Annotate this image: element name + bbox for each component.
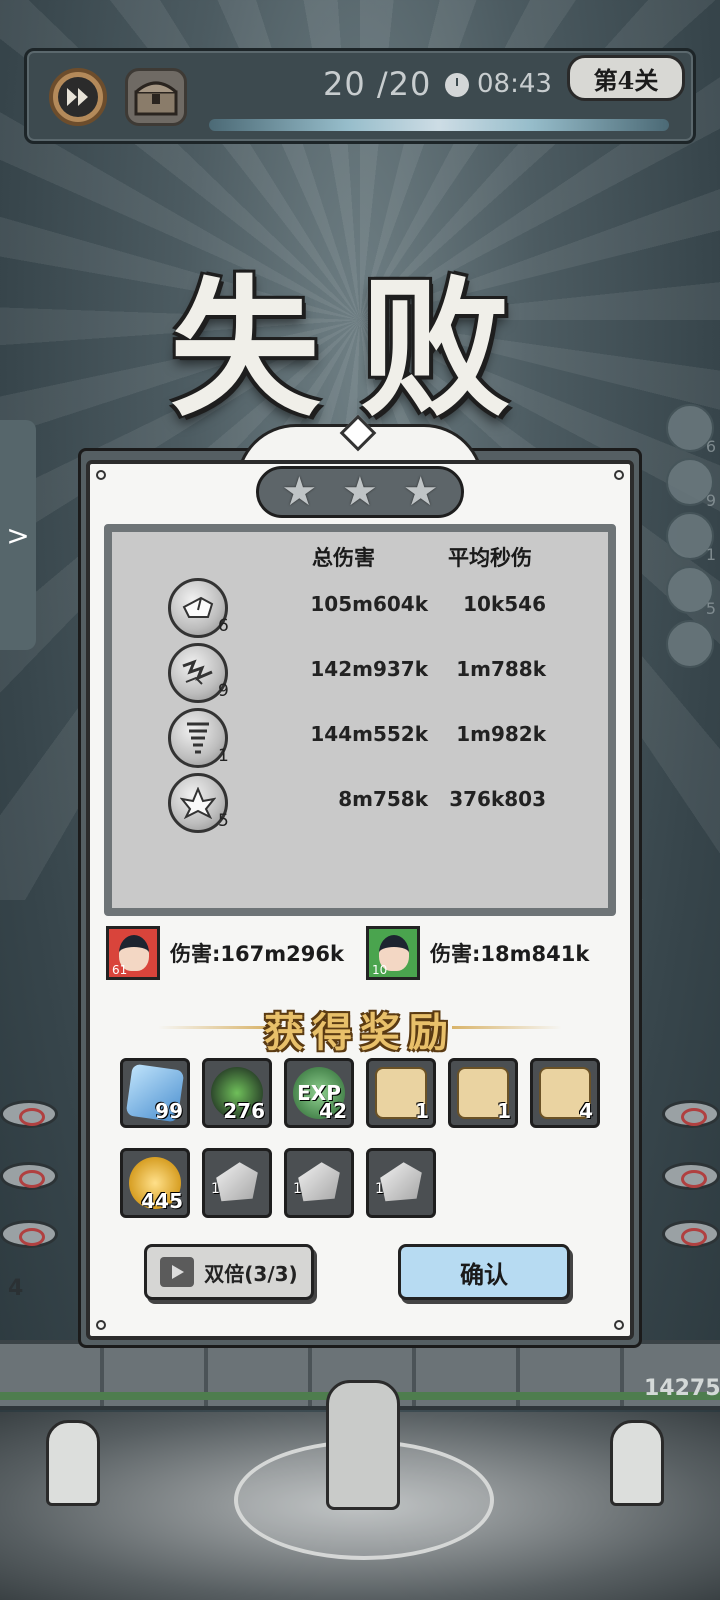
reward-qty: 1 — [497, 1099, 511, 1123]
reward-qty: 4 — [579, 1099, 593, 1123]
avg-dps: 376k803 — [449, 787, 546, 811]
panel-corner — [96, 470, 106, 480]
reward-qty: 276 — [223, 1099, 265, 1123]
progress-lightning-bar — [209, 119, 669, 131]
cooldown-crystal-icon: 5 — [666, 566, 716, 618]
total-damage: 8m758k — [338, 787, 428, 811]
cooldown-lightning-icon: 9 — [666, 458, 716, 510]
reward-exp[interactable]: EXP 42 — [284, 1058, 354, 1128]
total-damage: 105m604k — [310, 592, 428, 616]
chest-button[interactable] — [125, 68, 187, 126]
cooldown-level: 1 — [705, 545, 716, 564]
total-damage: 144m552k — [310, 722, 428, 746]
confirm-button[interactable]: 确认 — [398, 1244, 570, 1300]
chest-icon — [134, 81, 178, 116]
cooldown-level: 9 — [705, 491, 716, 510]
cooldown-level: 5 — [705, 599, 716, 618]
hero-damage-text: 伤害:18m841k — [430, 942, 590, 966]
reward-qty: 445 — [141, 1189, 183, 1213]
panel-corner — [96, 1320, 106, 1330]
cooldown-empty-slot — [666, 620, 714, 668]
hero-avatar: 10 — [366, 926, 420, 980]
spawn-portal — [0, 1162, 58, 1190]
side-panel-toggle[interactable]: > — [0, 420, 36, 650]
table-row: 1 144m552k 1m982k — [112, 708, 608, 770]
cooldown-rock-icon: 6 — [666, 404, 716, 456]
video-ad-icon — [160, 1257, 195, 1287]
hero-avatar: 61 — [106, 926, 160, 980]
table-row: 5 8m758k 376k803 — [112, 773, 608, 835]
fast-forward-button[interactable] — [49, 68, 107, 126]
table-row: 9 142m937k 1m788k — [112, 643, 608, 705]
hero-level: 61 — [112, 963, 128, 977]
star-icon: ★ — [342, 469, 378, 515]
enemy-count: 4 — [8, 1276, 24, 1301]
reward-scroll-necklace[interactable]: 1 — [366, 1058, 436, 1128]
ally-unit — [610, 1420, 664, 1506]
skill-level: 5 — [218, 811, 229, 831]
reward-qty: 1 — [211, 1181, 220, 1197]
damage-stats-table: 总伤害 平均秒伤 6 105m604k 10k546 9 142m937k 1m… — [104, 524, 616, 916]
result-title: 失败 — [169, 261, 550, 437]
fast-forward-icon — [58, 77, 98, 117]
reward-qty: 42 — [319, 1099, 347, 1123]
skill-level: 9 — [218, 681, 229, 701]
hero-character — [326, 1380, 400, 1510]
avg-dps: 1m982k — [456, 722, 546, 746]
double-reward-button[interactable]: 双倍(3/3) — [144, 1244, 314, 1300]
reward-ore[interactable]: 1 — [284, 1148, 354, 1218]
spawn-portal — [662, 1220, 720, 1248]
wave-counter: 20 /20 — [323, 65, 432, 103]
reward-title: 获得奖励 — [264, 1009, 456, 1056]
reward-scroll-boot[interactable]: 4 — [530, 1058, 600, 1128]
double-reward-label: 双倍(3/3) — [204, 1261, 298, 1286]
header-total-damage: 总伤害 — [312, 545, 375, 570]
reward-ore[interactable]: 1 — [366, 1148, 436, 1218]
reward-blue-crystal[interactable]: 99 — [120, 1058, 190, 1128]
header-avg-dps: 平均秒伤 — [448, 545, 532, 570]
panel-corner — [614, 1320, 624, 1330]
table-row: 6 105m604k 10k546 — [112, 578, 608, 640]
reward-ore[interactable]: 1 — [202, 1148, 272, 1218]
hero-level: 10 — [372, 963, 388, 977]
spawn-portal — [0, 1220, 58, 1248]
skill-level: 1 — [218, 746, 229, 766]
hero-damage-text: 伤害:167m296k — [170, 942, 344, 966]
spawn-portal — [662, 1162, 720, 1190]
star-icon: ★ — [281, 469, 318, 515]
clock-icon — [445, 73, 469, 97]
reward-gold-coin[interactable]: 445 — [120, 1148, 190, 1218]
avg-dps: 10k546 — [463, 592, 546, 616]
avg-dps: 1m788k — [456, 657, 546, 681]
boss-hp-value: 14275 — [644, 1376, 720, 1401]
panel-corner — [614, 470, 624, 480]
spawn-portal — [0, 1100, 58, 1128]
skill-cooldown-column: 6 9 1 5 — [666, 404, 716, 674]
star-rating: ★ ★ ★ — [256, 466, 464, 518]
reward-qty: 1 — [375, 1181, 384, 1197]
top-bar: 20 /20 08:43 第4关 — [24, 48, 696, 144]
total-damage: 142m937k — [310, 657, 428, 681]
reward-qty: 99 — [155, 1099, 183, 1123]
skill-level: 6 — [218, 616, 229, 636]
cooldown-level: 6 — [705, 437, 716, 456]
cooldown-tornado-icon: 1 — [666, 512, 716, 564]
stage-badge: 第4关 — [567, 55, 685, 101]
spawn-portal — [662, 1100, 720, 1128]
reward-green-leaf[interactable]: 276 — [202, 1058, 272, 1128]
timer: 08:43 — [477, 69, 552, 99]
reward-scroll-hat[interactable]: 1 — [448, 1058, 518, 1128]
ally-unit — [46, 1420, 100, 1506]
reward-qty: 1 — [415, 1099, 429, 1123]
reward-qty: 1 — [293, 1181, 302, 1197]
star-icon: ★ — [402, 469, 439, 515]
